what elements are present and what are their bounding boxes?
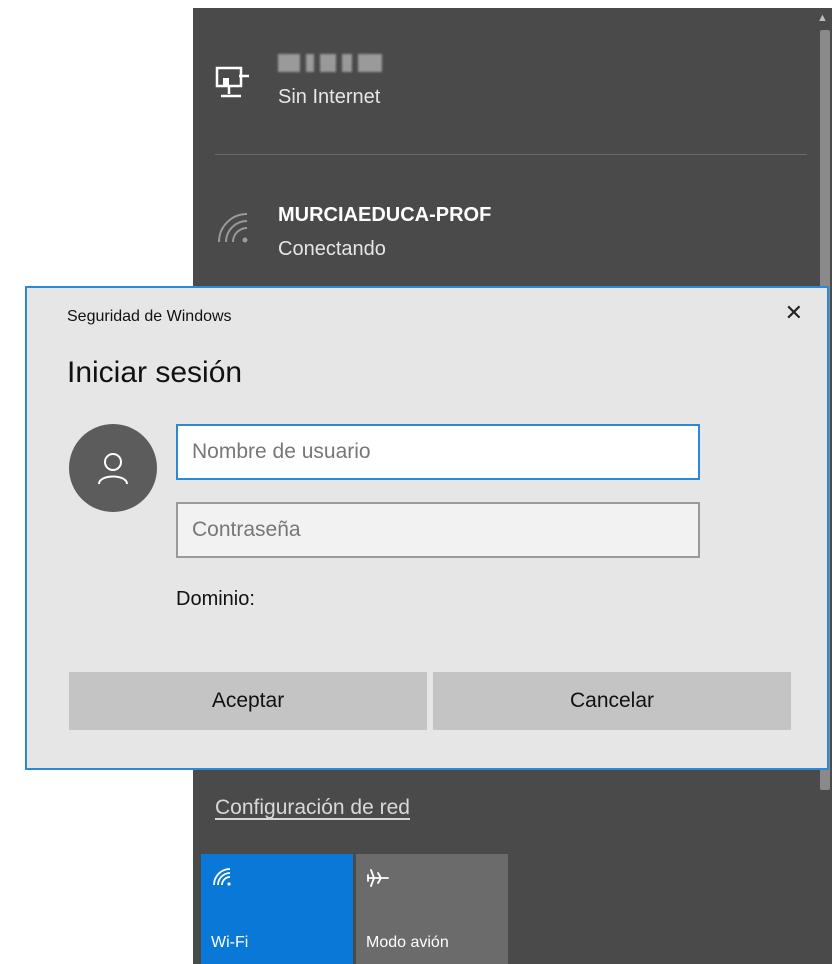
close-icon[interactable]: ✕ (785, 302, 803, 324)
divider (215, 154, 807, 155)
password-input[interactable] (176, 502, 700, 558)
tile-label: Modo avión (366, 934, 449, 951)
scroll-up-arrow-icon[interactable]: ▲ (817, 12, 828, 24)
network-item-ethernet[interactable]: Sin Internet (193, 8, 813, 108)
windows-security-dialog: Seguridad de Windows ✕ Iniciar sesión Do… (25, 286, 829, 770)
airplane-icon (366, 866, 390, 895)
blurred-network-name (278, 54, 382, 72)
network-status: Sin Internet (278, 86, 381, 108)
username-input[interactable] (176, 424, 700, 480)
wifi-toggle-tile[interactable]: Wi-Fi (201, 854, 353, 964)
network-status: Conectando (278, 238, 386, 260)
accept-button[interactable]: Aceptar (69, 672, 427, 730)
wifi-icon (211, 866, 233, 893)
network-name: MURCIAEDUCA-PROF (278, 204, 492, 226)
network-settings-link[interactable]: Configuración de red (215, 796, 410, 820)
ethernet-icon (213, 64, 253, 104)
airplane-mode-tile[interactable]: Modo avión (356, 854, 508, 964)
dialog-heading: Iniciar sesión (67, 356, 243, 389)
cancel-button[interactable]: Cancelar (433, 672, 791, 730)
dialog-title: Seguridad de Windows (67, 308, 232, 325)
wifi-icon (213, 208, 253, 248)
user-avatar-icon (69, 424, 157, 512)
domain-label: Dominio: (176, 588, 255, 610)
tile-label: Wi-Fi (211, 934, 249, 951)
network-item-wifi[interactable]: MURCIAEDUCA-PROF Conectando (193, 158, 813, 260)
